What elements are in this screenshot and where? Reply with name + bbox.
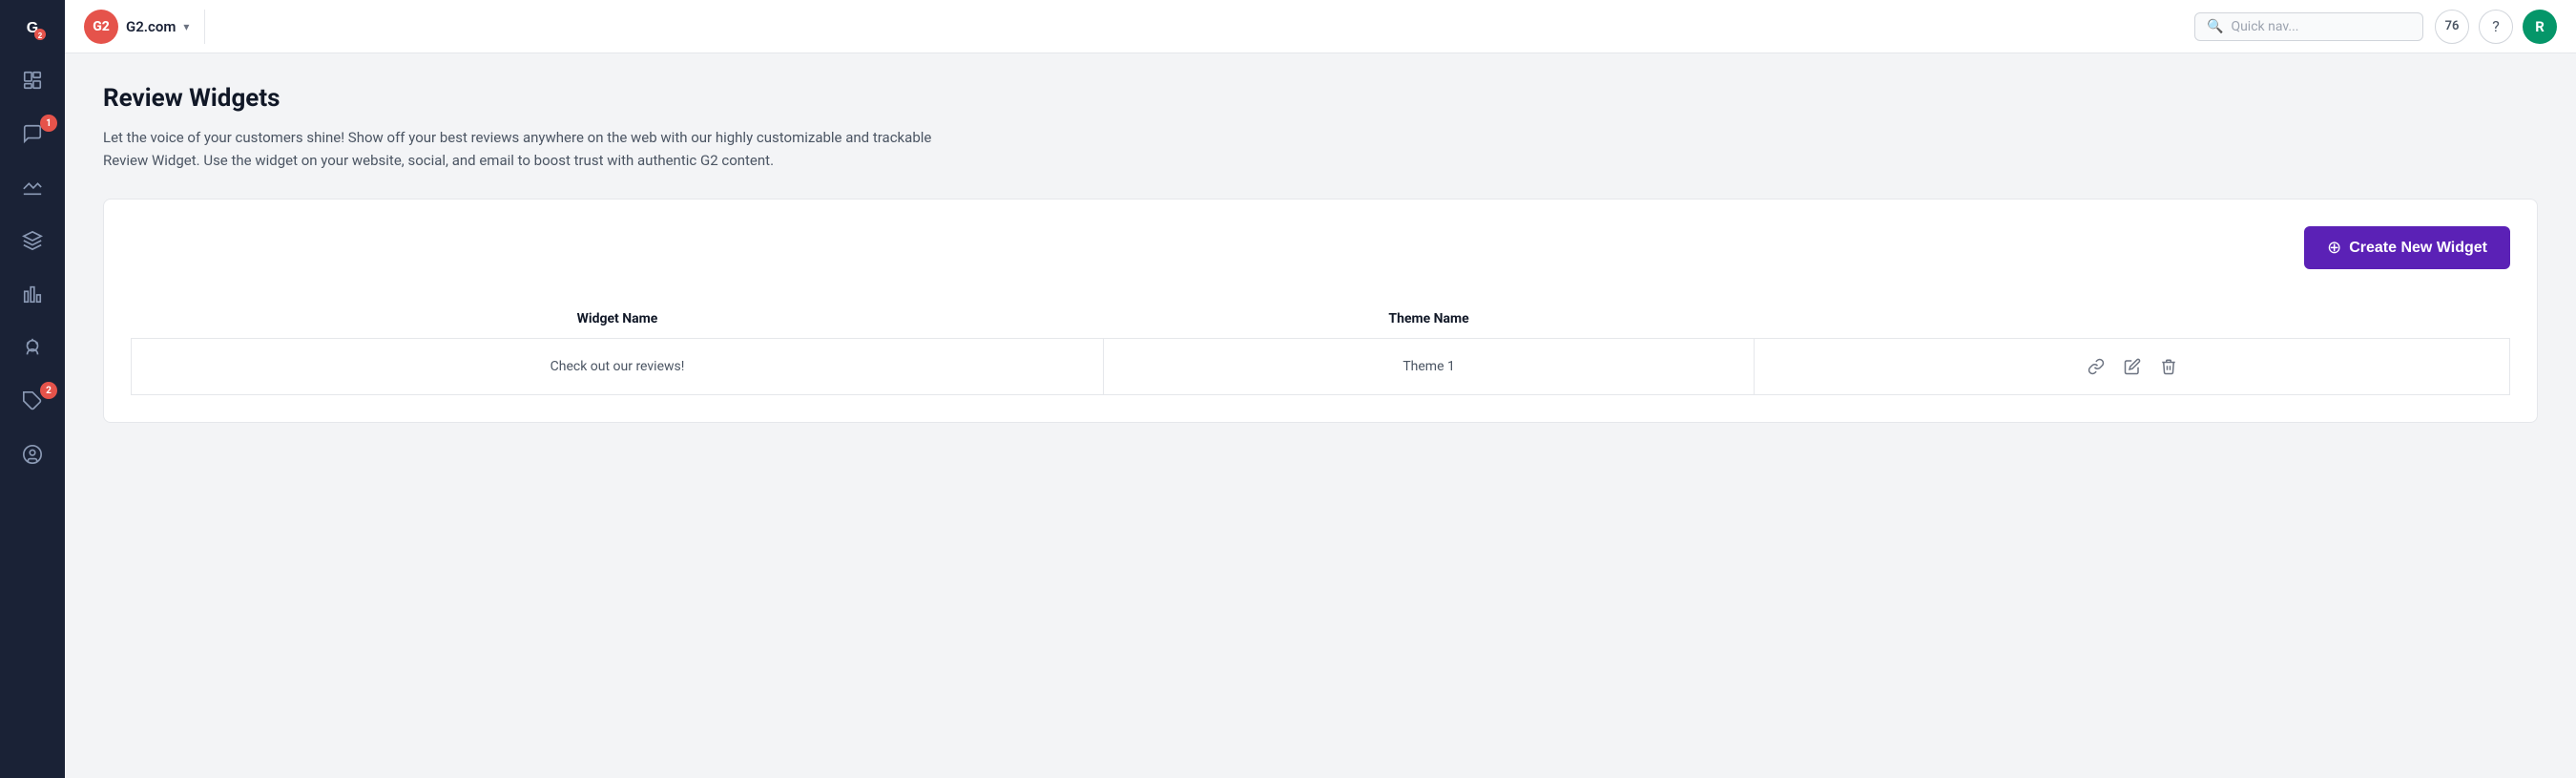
search-bar[interactable]: 🔍 Quick nav... bbox=[2194, 12, 2423, 41]
sidebar: G 2 1 bbox=[0, 0, 65, 778]
copy-link-button[interactable] bbox=[2084, 354, 2109, 379]
widget-table: Widget Name Theme Name Check out our rev… bbox=[131, 300, 2510, 395]
help-icon: ? bbox=[2492, 17, 2500, 35]
sidebar-item-messages[interactable]: 1 bbox=[0, 107, 65, 160]
brand-name: G2.com bbox=[126, 18, 176, 35]
sidebar-item-analytics[interactable] bbox=[0, 160, 65, 214]
sidebar-logo[interactable]: G 2 bbox=[0, 0, 65, 53]
sidebar-item-integrations[interactable]: 2 bbox=[0, 374, 65, 428]
page-title: Review Widgets bbox=[103, 84, 2538, 113]
search-placeholder: Quick nav... bbox=[2231, 19, 2298, 34]
table-row: Check out our reviews! Theme 1 bbox=[132, 339, 2510, 395]
cell-widget-name: Check out our reviews! bbox=[132, 339, 1104, 395]
topbar-actions: 76 ? R bbox=[2435, 10, 2557, 44]
create-widget-button[interactable]: ⊕ Create New Widget bbox=[2304, 226, 2510, 269]
col-theme-name: Theme Name bbox=[1103, 300, 1754, 339]
sidebar-item-home[interactable] bbox=[0, 53, 65, 107]
row-actions-group bbox=[1770, 354, 2494, 379]
sidebar-item-ai[interactable] bbox=[0, 321, 65, 374]
main-wrapper: G2 G2.com ▾ 🔍 Quick nav... 76 ? R Review… bbox=[65, 0, 2576, 778]
sidebar-item-layers[interactable] bbox=[0, 214, 65, 267]
notification-count: 76 bbox=[2445, 19, 2460, 33]
page-description: Let the voice of your customers shine! S… bbox=[103, 126, 962, 172]
main-content: Review Widgets Let the voice of your cus… bbox=[65, 53, 2576, 778]
topbar-brand[interactable]: G2 G2.com ▾ bbox=[84, 10, 205, 44]
topbar: G2 G2.com ▾ 🔍 Quick nav... 76 ? R bbox=[65, 0, 2576, 53]
notification-button[interactable]: 76 bbox=[2435, 10, 2469, 44]
widget-panel: ⊕ Create New Widget Widget Name Theme Na… bbox=[103, 199, 2538, 423]
col-actions bbox=[1755, 300, 2510, 339]
sidebar-item-profile[interactable] bbox=[0, 428, 65, 481]
col-widget-name: Widget Name bbox=[132, 300, 1104, 339]
cell-theme-name: Theme 1 bbox=[1103, 339, 1754, 395]
avatar-letter: R bbox=[2535, 18, 2545, 35]
help-button[interactable]: ? bbox=[2479, 10, 2513, 44]
delete-button[interactable] bbox=[2156, 354, 2181, 379]
svg-text:2: 2 bbox=[38, 32, 43, 40]
sidebar-item-chart[interactable] bbox=[0, 267, 65, 321]
brand-logo: G2 bbox=[84, 10, 118, 44]
cell-row-actions bbox=[1755, 339, 2510, 395]
integrations-badge: 2 bbox=[40, 382, 57, 399]
brand-chevron: ▾ bbox=[183, 20, 189, 33]
edit-button[interactable] bbox=[2120, 354, 2145, 379]
search-icon: 🔍 bbox=[2207, 19, 2223, 34]
messages-badge: 1 bbox=[40, 115, 57, 132]
create-widget-plus-icon: ⊕ bbox=[2327, 238, 2341, 258]
widget-panel-header: ⊕ Create New Widget bbox=[131, 226, 2510, 269]
user-avatar[interactable]: R bbox=[2523, 10, 2557, 44]
create-widget-label: Create New Widget bbox=[2349, 240, 2487, 257]
